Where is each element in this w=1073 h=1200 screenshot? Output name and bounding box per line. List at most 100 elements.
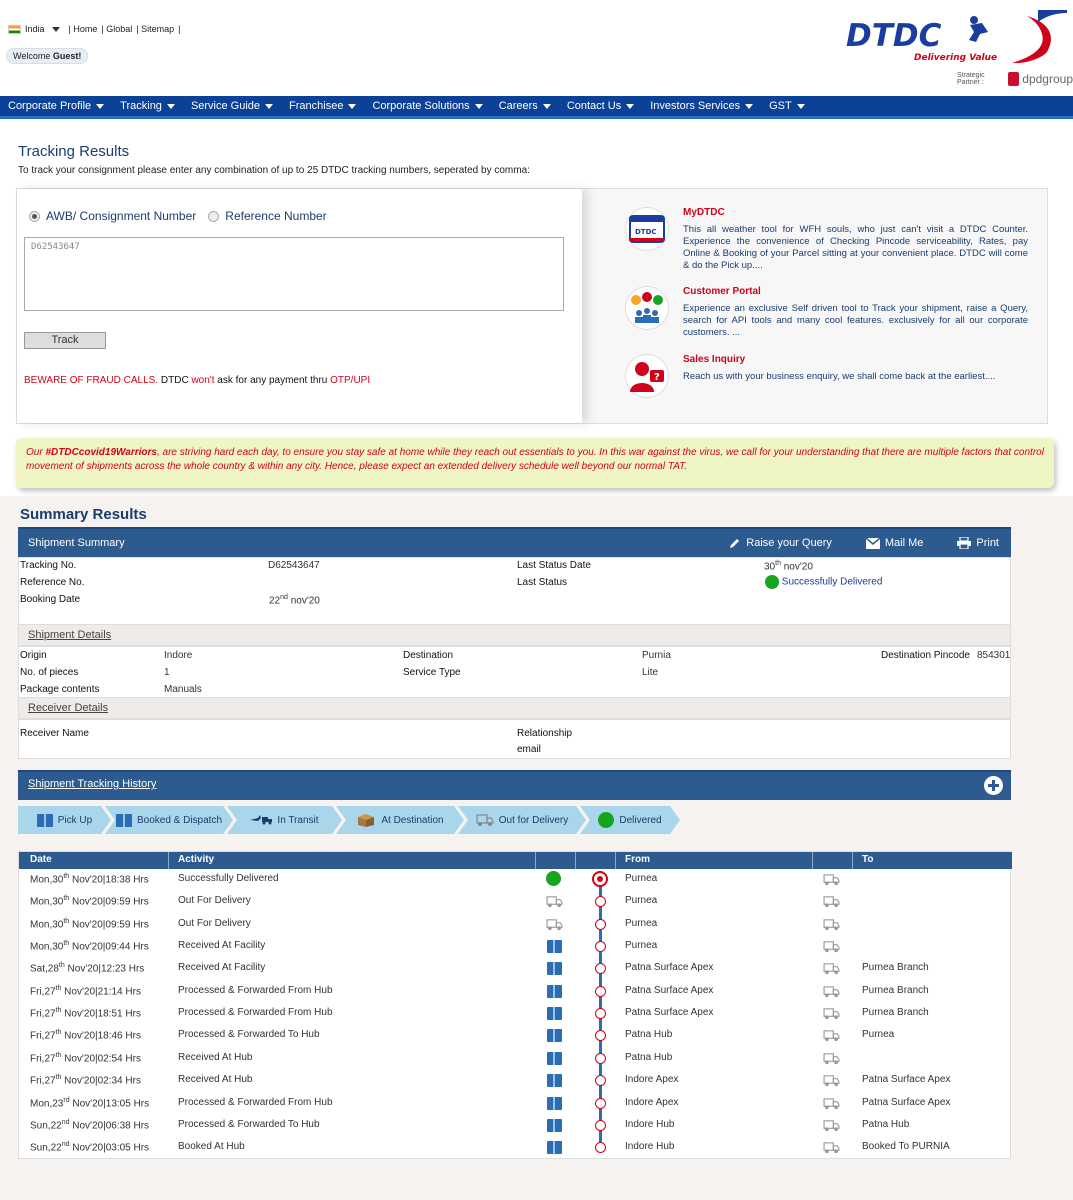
global-link[interactable]: | Global	[101, 24, 132, 34]
chevron-down-icon	[542, 103, 551, 109]
booking-date-value: 22nd nov'20	[269, 594, 320, 606]
table-row: Sat,28th Nov'20|12:23 Hrs Received At Fac…	[19, 958, 1012, 980]
row-date: Sat,28th Nov'20|12:23 Hrs	[30, 962, 144, 974]
date-rest: Nov'20|09:44 Hrs	[69, 941, 149, 953]
tracking-number-input[interactable]: D62543647	[24, 237, 564, 311]
covid-notice: Our #DTDCcovid19Warriors, are striving h…	[16, 438, 1054, 488]
tracking-history-title[interactable]: Shipment Tracking History	[28, 778, 156, 790]
home-link[interactable]: | Home	[69, 24, 98, 34]
mail-me-button[interactable]: Mail Me	[865, 537, 923, 549]
nav-tracking[interactable]: Tracking	[112, 100, 183, 112]
table-header: Date Activity From To	[19, 852, 1012, 869]
column-to: To	[862, 854, 874, 865]
nav-service-guide[interactable]: Service Guide	[183, 100, 281, 112]
tracking-form-panel: AWB/ Consignment Number Reference Number…	[16, 188, 1048, 424]
column-activity: Activity	[178, 854, 215, 865]
fraud-warning-part: BEWARE OF FRAUD CALLS.	[24, 375, 159, 386]
nav-careers[interactable]: Careers	[491, 100, 559, 112]
promo-sales-inquiry[interactable]: ? Sales Inquiry Reach us with your busin…	[625, 354, 1040, 404]
nav-label: Tracking	[120, 100, 162, 112]
row-activity: Received At Hub	[178, 1074, 253, 1086]
pieces-value: 1	[164, 667, 170, 678]
step-pick-up: Pick Up	[18, 806, 111, 834]
row-activity: Received At Hub	[178, 1051, 253, 1063]
awb-radio[interactable]	[29, 210, 40, 222]
box-icon	[547, 1007, 562, 1021]
sitemap-link[interactable]: | Sitemap	[136, 24, 174, 34]
nav-franchisee[interactable]: Franchisee	[281, 100, 364, 112]
receiver-details-header[interactable]: Receiver Details	[18, 697, 1011, 719]
awb-radio-label[interactable]: AWB/ Consignment Number	[46, 209, 196, 223]
chevron-down-icon	[265, 103, 274, 109]
main-nav: Corporate Profile Tracking Service Guide…	[0, 96, 1073, 119]
step-out-for-delivery: Out for Delivery	[458, 806, 586, 834]
delivered-dot-icon	[546, 871, 561, 886]
transit-van-icon	[823, 1075, 840, 1087]
row-date: Fri,27th Nov'20|18:51 Hrs	[30, 1007, 141, 1019]
receiver-details-title[interactable]: Receiver Details	[28, 702, 108, 714]
date-day: Fri,27	[30, 1075, 56, 1087]
row-date: Mon,23rd Nov'20|13:05 Hrs	[30, 1097, 149, 1109]
nav-label: GST	[769, 100, 792, 112]
column-divider	[852, 852, 853, 869]
shipment-details-header[interactable]: Shipment Details	[18, 624, 1011, 646]
row-date: Fri,27th Nov'20|02:54 Hrs	[30, 1052, 141, 1064]
date-day: Fri,27	[30, 986, 56, 998]
date-rest: Nov'20|09:59 Hrs	[69, 919, 149, 931]
pincode-value: 854301	[977, 650, 1011, 661]
last-status-label: Last Status	[517, 577, 568, 588]
date-rest: Nov'20|18:38 Hrs	[69, 874, 149, 886]
expand-plus-icon[interactable]	[984, 776, 1003, 795]
origin-value: Indore	[164, 650, 193, 661]
promo-title: MyDTDC	[683, 207, 725, 218]
table-row: Fri,27th Nov'20|18:51 Hrs Processed & For…	[19, 1003, 1012, 1025]
timeline-node	[595, 941, 606, 953]
tracking-history-bar[interactable]: Shipment Tracking History	[18, 770, 1011, 800]
shipment-details-title[interactable]: Shipment Details	[28, 629, 111, 641]
track-button[interactable]: Track	[24, 332, 106, 349]
date-rest: Nov'20|02:54 Hrs	[61, 1053, 141, 1065]
transit-van-icon	[823, 1142, 840, 1154]
timeline-node	[595, 1052, 606, 1064]
row-date: Sun,22nd Nov'20|06:38 Hrs	[30, 1119, 149, 1131]
promo-mydtdc[interactable]: DTDC MyDTDC This all weather tool for WF…	[625, 207, 1040, 277]
nav-corporate-profile[interactable]: Corporate Profile	[0, 100, 112, 112]
row-to: Booked To PURNIA	[862, 1141, 950, 1153]
nav-investors-services[interactable]: Investors Services	[642, 100, 761, 112]
row-date: Mon,30th Nov'20|09:44 Hrs	[30, 940, 149, 952]
date-day: Sun,22	[30, 1120, 62, 1132]
transit-van-icon	[823, 874, 840, 886]
covid-text: , are striving hard each day, to ensure …	[26, 447, 1044, 472]
date-day: 22	[269, 595, 281, 607]
summary-bar-title: Shipment Summary	[28, 537, 125, 549]
transit-van-icon	[823, 941, 840, 953]
status-dot-icon	[765, 575, 779, 589]
dtdc-logo[interactable]: DTDC Delivering Value	[842, 10, 1067, 65]
table-row: Fri,27th Nov'20|18:46 Hrs Processed & For…	[19, 1025, 1012, 1047]
delivery-van-icon	[546, 896, 563, 908]
date-rest: Nov'20|03:05 Hrs	[69, 1142, 150, 1154]
print-button[interactable]: Print	[957, 537, 999, 549]
nav-contact-us[interactable]: Contact Us	[559, 100, 642, 112]
nav-corporate-solutions[interactable]: Corporate Solutions	[364, 100, 490, 112]
promo-text: Reach us with your business enquiry, we …	[683, 371, 996, 382]
raise-query-button[interactable]: Raise your Query	[729, 537, 832, 549]
nav-gst[interactable]: GST	[761, 100, 813, 112]
timeline-node	[595, 896, 606, 908]
reference-radio-label[interactable]: Reference Number	[225, 209, 326, 223]
date-day: Sat,28	[30, 963, 59, 975]
service-type-label: Service Type	[403, 667, 461, 678]
date-rest: Nov'20|18:46 Hrs	[61, 1030, 141, 1042]
row-activity: Received At Facility	[178, 940, 266, 952]
promo-customer-portal[interactable]: Customer Portal Experience an exclusive …	[625, 286, 1040, 346]
transit-van-icon	[823, 1053, 840, 1064]
row-activity: Received At Facility	[178, 962, 266, 974]
row-activity: Processed & Forwarded To Hub	[178, 1118, 320, 1130]
receiver-name-label: Receiver Name	[20, 728, 89, 739]
reference-radio[interactable]	[208, 210, 220, 222]
step-label: In Transit	[277, 814, 319, 826]
shipment-details-info: Origin Indore No. of pieces 1 Package co…	[18, 646, 1011, 698]
country-selector[interactable]: India | Home | Global | Sitemap |	[8, 24, 182, 34]
timeline-node	[595, 1097, 606, 1109]
date-rest: Nov'20|13:05 Hrs	[69, 1097, 150, 1109]
